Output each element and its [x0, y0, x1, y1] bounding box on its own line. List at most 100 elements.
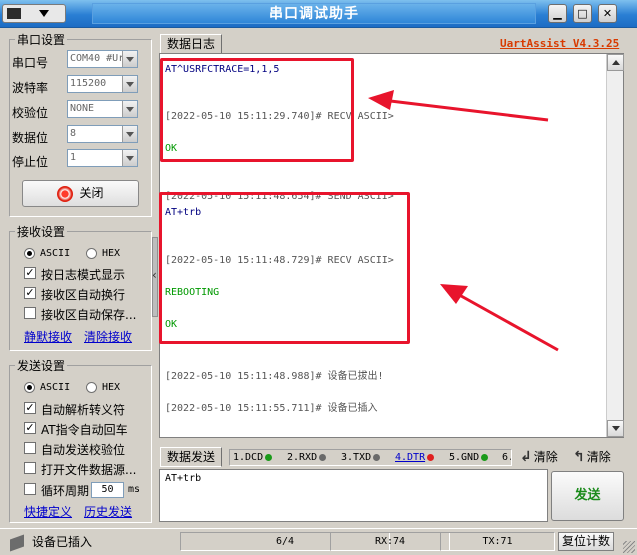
chevron-down-icon — [39, 10, 49, 17]
signal-label: 4.DTR — [395, 452, 426, 463]
version-link[interactable]: UartAssist V4.3.25 — [500, 37, 619, 50]
send-button[interactable]: 发送 — [551, 471, 624, 521]
app-icon — [7, 8, 21, 19]
reset-count-button[interactable]: 复位计数 — [558, 532, 614, 551]
log-line: [2022-05-10 15:11:55.711]# 设备已插入 — [165, 403, 378, 414]
log-mode-label: 按日志模式显示 — [41, 268, 126, 282]
shortcut-link[interactable]: 快捷定义 — [24, 503, 72, 520]
send-hex-radio[interactable] — [86, 382, 97, 393]
scroll-down-icon[interactable] — [607, 420, 624, 437]
scroll-up-icon[interactable] — [607, 54, 624, 71]
port-value: COM40 #Ur — [70, 53, 125, 64]
file-source-checkbox[interactable] — [24, 462, 36, 474]
send-hex-label: HEX — [102, 382, 121, 393]
serial-settings-title: 串口设置 — [15, 31, 68, 48]
clear-icon: ↰ — [573, 449, 585, 465]
tx-count: TX:71 — [440, 532, 555, 551]
receive-ascii-radio[interactable] — [24, 248, 35, 259]
clear-send-button[interactable]: ↰ 清除 — [573, 448, 611, 465]
cycle-period-input[interactable]: 50 — [91, 482, 124, 498]
signal-dtr[interactable]: 4.DTR — [395, 450, 435, 465]
databits-select[interactable]: 8 — [67, 125, 138, 143]
chevron-down-icon[interactable] — [122, 51, 137, 67]
signal-6[interactable]: 6. — [502, 450, 511, 465]
parity-label: 校验位 — [12, 106, 49, 120]
clear-receive-link[interactable]: 清除接收 — [84, 328, 132, 345]
cycle-label: 循环周期 — [41, 484, 90, 498]
close-port-button[interactable]: 关闭 — [22, 180, 139, 207]
close-port-label: 关闭 — [79, 186, 104, 200]
led-icon — [373, 453, 381, 461]
auto-save-checkbox[interactable] — [24, 307, 36, 319]
parity-select[interactable]: NONE — [67, 100, 138, 118]
annotation-arrow-icon — [440, 284, 559, 352]
chevron-down-icon[interactable] — [122, 76, 137, 92]
signal-txd[interactable]: 3.TXD — [341, 450, 381, 465]
clear-log-button[interactable]: ↲ 清除 — [520, 448, 558, 465]
log-line: [2022-05-10 15:11:48.988]# 设备已拔出! — [165, 371, 384, 382]
highlight-box-2 — [159, 192, 410, 344]
port-select[interactable]: COM40 #Ur — [67, 50, 138, 68]
send-settings-title: 发送设置 — [15, 357, 68, 374]
led-icon — [427, 453, 435, 461]
signal-label: 6. — [502, 452, 511, 463]
chevron-down-icon[interactable] — [122, 150, 137, 166]
system-menu-button[interactable] — [2, 4, 66, 23]
silent-receive-link[interactable]: 静默接收 — [24, 328, 72, 345]
file-source-label: 打开文件数据源... — [41, 463, 137, 477]
escape-label: 自动解析转义符 — [41, 403, 126, 417]
receive-hex-label: HEX — [102, 248, 121, 259]
rx-count: RX:74 — [330, 532, 450, 551]
stopbits-value: 1 — [70, 152, 77, 163]
chevron-down-icon[interactable] — [122, 126, 137, 142]
window-title: 串口调试助手 — [92, 3, 536, 24]
send-input[interactable]: AT+trb — [159, 469, 548, 522]
panel-splitter[interactable] — [152, 237, 158, 317]
signal-rxd[interactable]: 2.RXD — [287, 450, 327, 465]
device-status-text: 设备已插入 — [32, 535, 93, 549]
databits-label: 数据位 — [12, 131, 49, 145]
tab-data-send[interactable]: 数据发送 — [160, 447, 222, 467]
signal-bar: 1.DCD 2.RXD 3.TXD 4.DTR 5.GND 6. — [229, 449, 512, 466]
led-icon — [265, 453, 273, 461]
highlight-box-1 — [160, 58, 354, 162]
signal-label: 2.RXD — [287, 452, 318, 463]
receive-hex-radio[interactable] — [86, 248, 97, 259]
log-scrollbar[interactable] — [606, 54, 624, 437]
resize-grip-icon[interactable] — [623, 541, 635, 553]
close-window-button[interactable]: ✕ — [598, 4, 617, 23]
baud-label: 波特率 — [12, 81, 49, 95]
signal-dcd[interactable]: 1.DCD — [233, 450, 273, 465]
at-crlf-checkbox[interactable]: ✓ — [24, 422, 36, 434]
baud-select[interactable]: 115200 — [67, 75, 138, 93]
signal-label: 5.GND — [449, 452, 480, 463]
stopbits-select[interactable]: 1 — [67, 149, 138, 167]
tab-data-log[interactable]: 数据日志 — [160, 34, 222, 54]
auto-save-label: 接收区自动保存... — [41, 308, 137, 322]
auto-wrap-label: 接收区自动换行 — [41, 288, 126, 302]
log-mode-checkbox[interactable]: ✓ — [24, 267, 36, 279]
receive-ascii-label: ASCII — [40, 248, 71, 259]
clear-icon: ↲ — [520, 449, 532, 465]
signal-label: 1.DCD — [233, 452, 264, 463]
escape-checkbox[interactable]: ✓ — [24, 402, 36, 414]
chevron-down-icon[interactable] — [122, 101, 137, 117]
maximize-button[interactable]: □ — [573, 4, 592, 23]
checksum-checkbox[interactable] — [24, 442, 36, 454]
device-status: 设备已插入 — [10, 533, 93, 552]
auto-wrap-checkbox[interactable]: ✓ — [24, 287, 36, 299]
history-link[interactable]: 历史发送 — [84, 503, 132, 520]
send-ascii-radio[interactable] — [24, 382, 35, 393]
clear-send-label: 清除 — [586, 450, 611, 464]
led-icon — [481, 453, 489, 461]
minimize-button[interactable]: ▁ — [548, 4, 567, 23]
led-icon — [319, 453, 327, 461]
signal-gnd[interactable]: 5.GND — [449, 450, 489, 465]
parity-value: NONE — [70, 103, 95, 114]
databits-value: 8 — [70, 128, 77, 139]
cycle-checkbox[interactable] — [24, 483, 36, 495]
status-bar: 设备已插入 6/4 RX:74 TX:71 复位计数 — [0, 528, 637, 555]
port-label: 串口号 — [12, 56, 49, 70]
at-crlf-label: AT指令自动回车 — [41, 423, 128, 437]
cycle-unit: ms — [128, 484, 141, 495]
